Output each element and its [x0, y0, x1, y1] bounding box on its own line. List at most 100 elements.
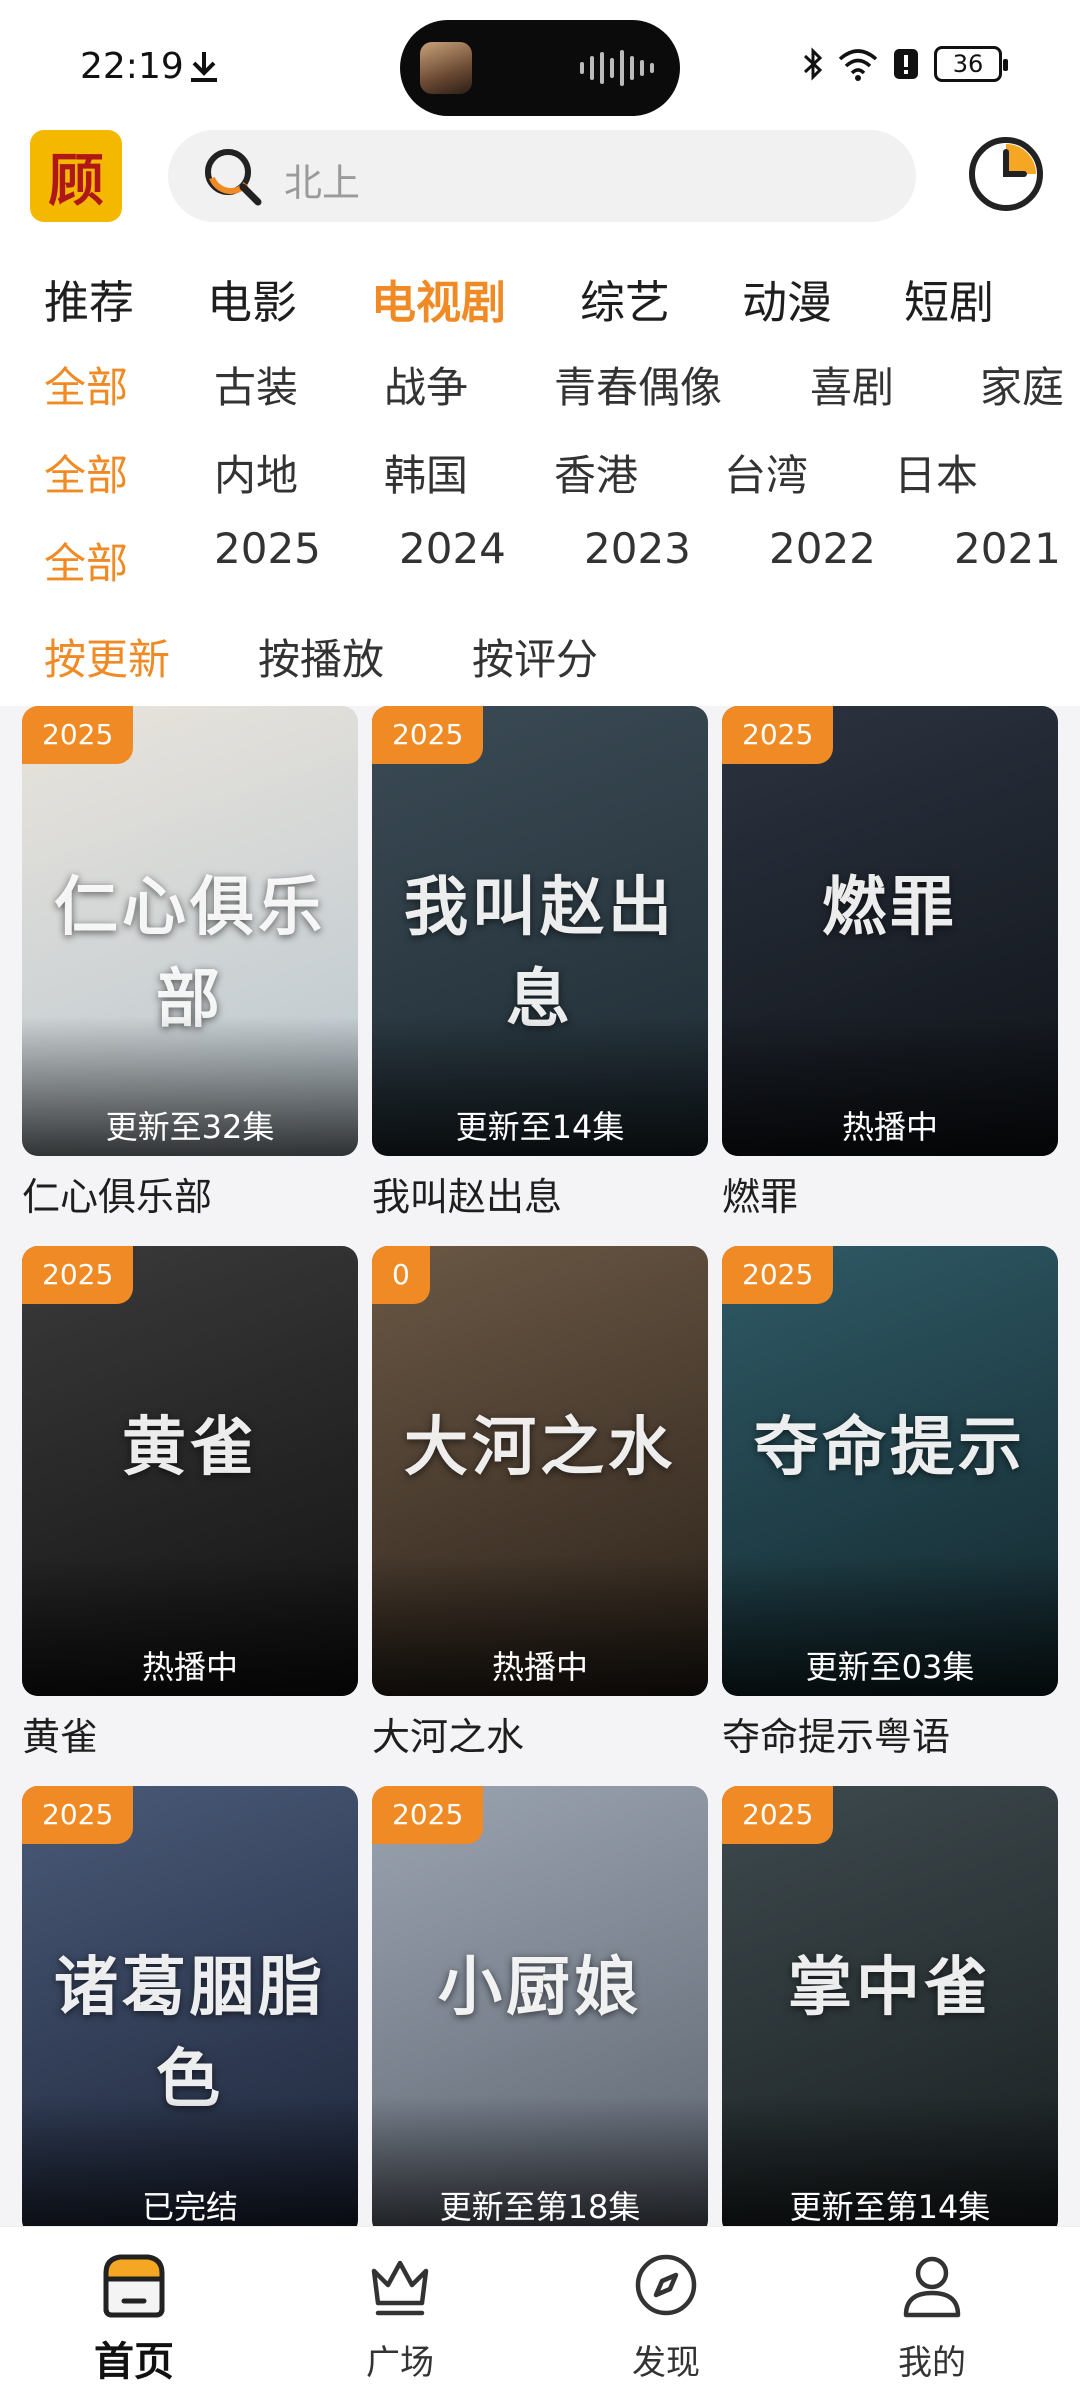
genre-option[interactable]: 喜剧: [810, 354, 894, 415]
status-bar: 22:19 36: [0, 0, 1080, 120]
compass-icon: [635, 2254, 697, 2316]
bluetooth-icon: [803, 47, 823, 81]
year-badge: 2025: [722, 706, 834, 764]
year-option[interactable]: 2021: [954, 524, 1061, 573]
card-title[interactable]: 燃罪: [722, 1166, 1058, 1221]
poster-image[interactable]: 夺命提示 2025 更新至03集: [722, 1246, 1058, 1696]
drama-card[interactable]: 小厨娘 2025 更新至第18集: [372, 1786, 708, 2226]
drama-grid: 仁心俱乐部 2025 更新至32集 仁心俱乐部 我叫赵出息 2025 更新至14…: [0, 706, 1080, 2226]
dynamic-island[interactable]: [400, 20, 680, 116]
nav-home[interactable]: 首页: [34, 2227, 234, 2392]
poster-image[interactable]: 小厨娘 2025 更新至第18集: [372, 1786, 708, 2226]
app-logo[interactable]: 顾: [30, 130, 122, 222]
tab-short-drama[interactable]: 短剧: [904, 266, 994, 331]
region-option[interactable]: 全部: [44, 442, 128, 503]
poster-image[interactable]: 大河之水 0 热播中: [372, 1246, 708, 1696]
history-icon[interactable]: [966, 134, 1046, 214]
home-icon: [103, 2254, 165, 2318]
episode-status: 更新至14集: [455, 1108, 625, 1146]
nav-square[interactable]: 广场: [300, 2227, 500, 2392]
region-option[interactable]: 内地: [214, 442, 298, 503]
region-option[interactable]: 台湾: [724, 442, 808, 503]
genre-option[interactable]: 青春偶像: [554, 354, 722, 415]
search-input[interactable]: 北上: [168, 130, 916, 222]
nav-label: 广场: [366, 2343, 434, 2383]
region-option[interactable]: 香港: [554, 442, 638, 503]
nav-discover[interactable]: 发现: [566, 2227, 766, 2392]
now-playing-thumbnail: [420, 42, 472, 94]
year-badge: 2025: [372, 1786, 484, 1844]
poster-image[interactable]: 诸葛胭脂色 2025 已完结: [22, 1786, 358, 2226]
genre-option[interactable]: 古装: [214, 354, 298, 415]
status-time: 22:19: [80, 46, 184, 87]
poster-title-art: 掌中雀: [788, 1950, 992, 2025]
tab-anime[interactable]: 动漫: [742, 266, 832, 331]
poster-image[interactable]: 掌中雀 2025 更新至第14集: [722, 1786, 1058, 2226]
year-badge: 2025: [22, 1786, 134, 1844]
region-option[interactable]: 日本: [894, 442, 978, 503]
drama-card[interactable]: 我叫赵出息 2025 更新至14集 我叫赵出息: [372, 706, 708, 1221]
poster-title-art: 大河之水: [404, 1410, 676, 1485]
region-option[interactable]: 韩国: [384, 442, 468, 503]
sort-option[interactable]: 按更新: [44, 626, 170, 687]
user-icon: [903, 2256, 961, 2318]
card-title[interactable]: 仁心俱乐部: [22, 1166, 358, 1221]
poster-image[interactable]: 我叫赵出息 2025 更新至14集: [372, 706, 708, 1156]
poster-image[interactable]: 黄雀 2025 热播中: [22, 1246, 358, 1696]
drama-card[interactable]: 大河之水 0 热播中 大河之水: [372, 1246, 708, 1761]
poster-title-art: 仁心俱乐部: [54, 870, 326, 1037]
episode-status: 热播中: [841, 1108, 938, 1146]
episode-status: 已完结: [141, 2188, 238, 2226]
card-title[interactable]: 夺命提示粤语: [722, 1706, 1058, 1761]
bottom-nav: 首页 广场 发现 我的: [0, 2226, 1080, 2392]
crown-icon: [371, 2260, 429, 2316]
audio-wave-icon: [580, 50, 654, 86]
drama-card[interactable]: 黄雀 2025 热播中 黄雀: [22, 1246, 358, 1761]
genre-option[interactable]: 战争: [384, 354, 468, 415]
search-placeholder: 北上: [284, 161, 361, 205]
card-title[interactable]: 大河之水: [372, 1706, 708, 1761]
download-icon: [191, 52, 217, 82]
episode-status: 热播中: [141, 1648, 238, 1686]
drama-card[interactable]: 诸葛胭脂色 2025 已完结: [22, 1786, 358, 2226]
year-option[interactable]: 2023: [584, 524, 691, 573]
poster-image[interactable]: 燃罪 2025 热播中: [722, 706, 1058, 1156]
drama-card[interactable]: 燃罪 2025 热播中 燃罪: [722, 706, 1058, 1221]
tab-recommend[interactable]: 推荐: [44, 266, 134, 331]
alert-icon: [894, 49, 918, 79]
tab-movie[interactable]: 电影: [207, 266, 297, 331]
nav-mine[interactable]: 我的: [832, 2227, 1032, 2392]
poster-title-art: 诸葛胭脂色: [54, 1950, 326, 2117]
genre-option[interactable]: 全部: [44, 354, 128, 415]
drama-card[interactable]: 仁心俱乐部 2025 更新至32集 仁心俱乐部: [22, 706, 358, 1221]
episode-status: 热播中: [491, 1648, 588, 1686]
poster-image[interactable]: 仁心俱乐部 2025 更新至32集: [22, 706, 358, 1156]
episode-status: 更新至03集: [805, 1648, 975, 1686]
nav-label: 我的: [898, 2343, 966, 2383]
year-option[interactable]: 2025: [214, 524, 321, 573]
poster-title-art: 小厨娘: [438, 1950, 642, 2025]
card-title[interactable]: 黄雀: [22, 1706, 358, 1761]
card-title[interactable]: 我叫赵出息: [372, 1166, 708, 1221]
year-badge: 2025: [722, 1246, 834, 1304]
poster-title-art: 燃罪: [822, 870, 958, 945]
year-badge: 2025: [722, 1786, 834, 1844]
year-option[interactable]: 2024: [399, 524, 506, 573]
year-badge: 0: [372, 1246, 430, 1304]
year-option[interactable]: 2022: [769, 524, 876, 573]
drama-card[interactable]: 夺命提示 2025 更新至03集 夺命提示粤语: [722, 1246, 1058, 1761]
sort-option[interactable]: 按播放: [258, 626, 384, 687]
tab-tv-series[interactable]: 电视剧: [371, 266, 506, 331]
episode-status: 更新至第14集: [789, 2188, 991, 2226]
episode-status: 更新至32集: [105, 1108, 275, 1146]
year-badge: 2025: [372, 706, 484, 764]
wifi-icon: [838, 49, 878, 81]
genre-option[interactable]: 家庭: [980, 354, 1064, 415]
year-option[interactable]: 全部: [44, 530, 128, 591]
year-badge: 2025: [22, 1246, 134, 1304]
poster-title-art: 我叫赵出息: [404, 870, 676, 1037]
sort-option[interactable]: 按评分: [472, 626, 598, 687]
tab-variety[interactable]: 综艺: [580, 266, 670, 331]
year-badge: 2025: [22, 706, 134, 764]
drama-card[interactable]: 掌中雀 2025 更新至第14集: [722, 1786, 1058, 2226]
